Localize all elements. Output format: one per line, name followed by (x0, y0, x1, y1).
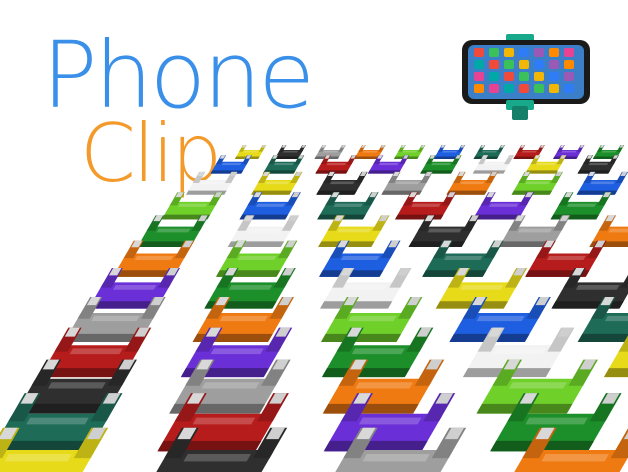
app-icon (474, 72, 484, 81)
app-icon (519, 60, 529, 69)
app-icon (489, 72, 499, 81)
phone-mount (512, 106, 528, 120)
app-icon (564, 60, 574, 69)
app-icon (564, 48, 574, 57)
phone-clip (317, 192, 379, 220)
phone-inset (462, 34, 590, 120)
app-icon (564, 84, 574, 93)
app-icon (549, 60, 559, 69)
phone-clip (511, 171, 563, 195)
app-icon (534, 48, 544, 57)
app-icon (504, 48, 514, 57)
phone-clip (185, 171, 238, 195)
app-icon (504, 72, 514, 81)
phone-clip (446, 171, 498, 195)
phone-clip (553, 145, 585, 159)
app-icon (474, 60, 484, 69)
app-icon (519, 48, 529, 57)
phone-clip (318, 215, 390, 248)
phone-clip (314, 145, 346, 159)
app-icon (534, 84, 544, 93)
clip-field (0, 145, 628, 472)
app-icon (519, 84, 529, 93)
phone-clip (576, 171, 628, 195)
app-icon (504, 84, 514, 93)
phone-clip (316, 171, 368, 195)
phone-clip (394, 192, 457, 220)
app-icon (489, 84, 499, 93)
app-icon (489, 48, 499, 57)
app-icon (534, 60, 544, 69)
phone-clip (550, 192, 612, 220)
phone-clip (381, 171, 433, 195)
app-icon (549, 48, 559, 57)
phone-clip (251, 171, 303, 195)
phone-clip (473, 145, 505, 159)
app-icon (519, 72, 529, 81)
app-icon (549, 72, 559, 81)
phone-clip (393, 145, 426, 159)
product-scene (0, 34, 628, 472)
app-icon (564, 72, 574, 81)
app-icon (534, 72, 544, 81)
phone-clip (589, 215, 628, 248)
app-icon (489, 60, 499, 69)
phone-clip (210, 155, 252, 174)
app-icon (474, 48, 484, 57)
app-icon (504, 60, 514, 69)
phone-clip (161, 192, 224, 220)
phone-clip (513, 145, 545, 159)
app-icon (549, 84, 559, 93)
phone-clip (498, 215, 571, 248)
app-icon (474, 84, 484, 93)
phone-clip (592, 145, 625, 159)
phone-clip (137, 215, 209, 248)
